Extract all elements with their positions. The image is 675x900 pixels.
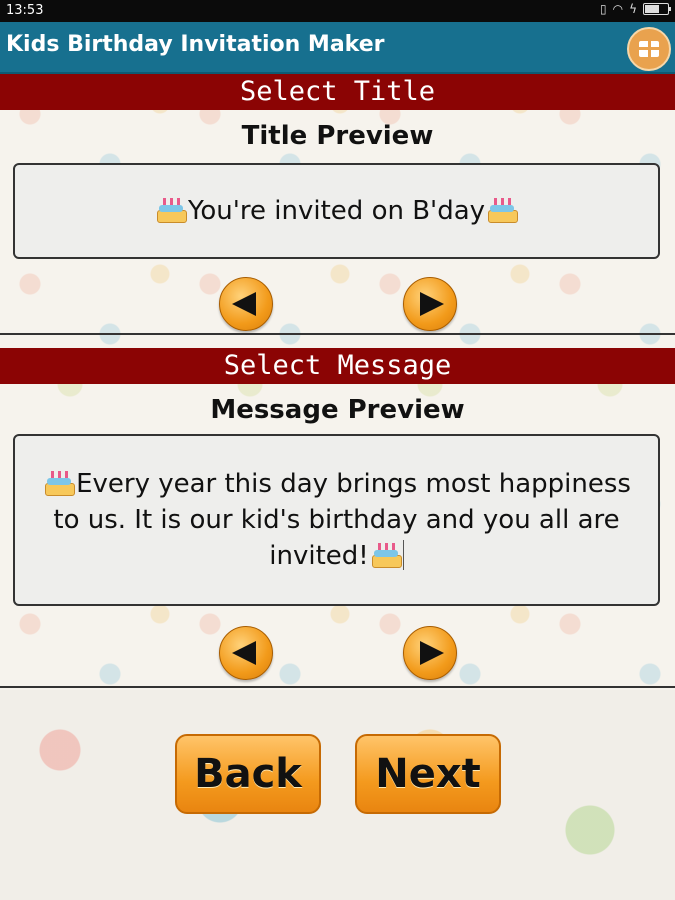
arrow-right-icon (420, 641, 444, 665)
message-preview-box[interactable]: Every year this day brings most happines… (13, 434, 660, 606)
title-preview-label: Title Preview (241, 121, 434, 151)
app-bar: Kids Birthday Invitation Maker (0, 22, 675, 74)
status-icons: ▯ ◠ ϟ (599, 2, 671, 16)
cake-icon (42, 468, 76, 498)
message-preview-label: Message Preview (210, 395, 465, 425)
wifi-icon: ◠ (612, 2, 624, 16)
app-title: Kids Birthday Invitation Maker (6, 32, 385, 57)
status-bar: 13:53 ▯ ◠ ϟ (0, 0, 675, 22)
cake-icon (369, 540, 403, 570)
gift-icon[interactable] (627, 27, 671, 71)
charging-icon: ϟ (629, 2, 637, 16)
cake-icon (154, 195, 188, 225)
title-preview-box[interactable]: You're invited on B'day (13, 163, 660, 259)
title-preview-text: You're invited on B'day (187, 196, 486, 226)
arrow-left-icon (232, 292, 256, 316)
select-title-header: Select Title (0, 74, 675, 110)
status-time: 13:53 (6, 3, 44, 18)
vibrate-icon: ▯ (599, 2, 607, 16)
message-prev-button[interactable] (219, 626, 273, 680)
text-cursor (402, 540, 404, 570)
section-divider (0, 686, 675, 688)
arrow-right-icon (420, 292, 444, 316)
battery-icon (643, 3, 671, 15)
message-next-button[interactable] (403, 626, 457, 680)
arrow-left-icon (232, 641, 256, 665)
bottom-background (0, 690, 675, 900)
back-button[interactable]: Back (175, 734, 321, 814)
title-prev-button[interactable] (219, 277, 273, 331)
next-button[interactable]: Next (355, 734, 501, 814)
select-message-header: Select Message (0, 348, 675, 384)
message-preview-text: Every year this day brings most happines… (53, 469, 631, 571)
cake-icon (485, 195, 519, 225)
section-divider (0, 333, 675, 335)
title-next-button[interactable] (403, 277, 457, 331)
